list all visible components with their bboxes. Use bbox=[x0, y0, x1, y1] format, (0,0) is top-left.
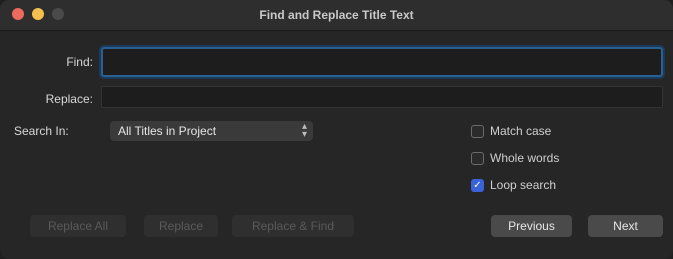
whole-words-checkbox[interactable]: Whole words bbox=[471, 150, 559, 166]
replace-and-find-button[interactable]: Replace & Find bbox=[232, 215, 354, 237]
loop-search-label: Loop search bbox=[490, 178, 557, 192]
replace-all-button[interactable]: Replace All bbox=[30, 215, 126, 237]
find-replace-window: Find and Replace Title Text Find: Replac… bbox=[0, 0, 673, 259]
loop-search-checkbox[interactable]: ✓ Loop search bbox=[471, 177, 556, 193]
match-case-checkbox[interactable]: Match case bbox=[471, 123, 551, 139]
previous-button[interactable]: Previous bbox=[491, 215, 572, 237]
replace-button[interactable]: Replace bbox=[144, 215, 218, 237]
chevron-updown-icon: ▴ ▾ bbox=[301, 121, 307, 140]
loop-search-box[interactable]: ✓ bbox=[471, 178, 484, 192]
title-bar: Find and Replace Title Text bbox=[0, 0, 673, 31]
match-case-label: Match case bbox=[490, 124, 552, 138]
whole-words-label: Whole words bbox=[490, 151, 560, 165]
search-in-label: Search In: bbox=[14, 124, 69, 138]
find-label: Find: bbox=[66, 55, 93, 69]
checkmark-icon: ✓ bbox=[473, 179, 482, 191]
window-title: Find and Replace Title Text bbox=[259, 8, 414, 22]
match-case-box[interactable] bbox=[471, 124, 484, 138]
search-in-select[interactable]: All Titles in Project ▴ ▾ bbox=[110, 121, 313, 141]
find-input[interactable] bbox=[101, 47, 663, 77]
replace-input[interactable] bbox=[101, 86, 663, 108]
replace-label: Replace: bbox=[45, 92, 93, 106]
whole-words-box[interactable] bbox=[471, 151, 484, 165]
next-button[interactable]: Next bbox=[588, 215, 663, 237]
search-in-value: All Titles in Project bbox=[118, 124, 217, 138]
